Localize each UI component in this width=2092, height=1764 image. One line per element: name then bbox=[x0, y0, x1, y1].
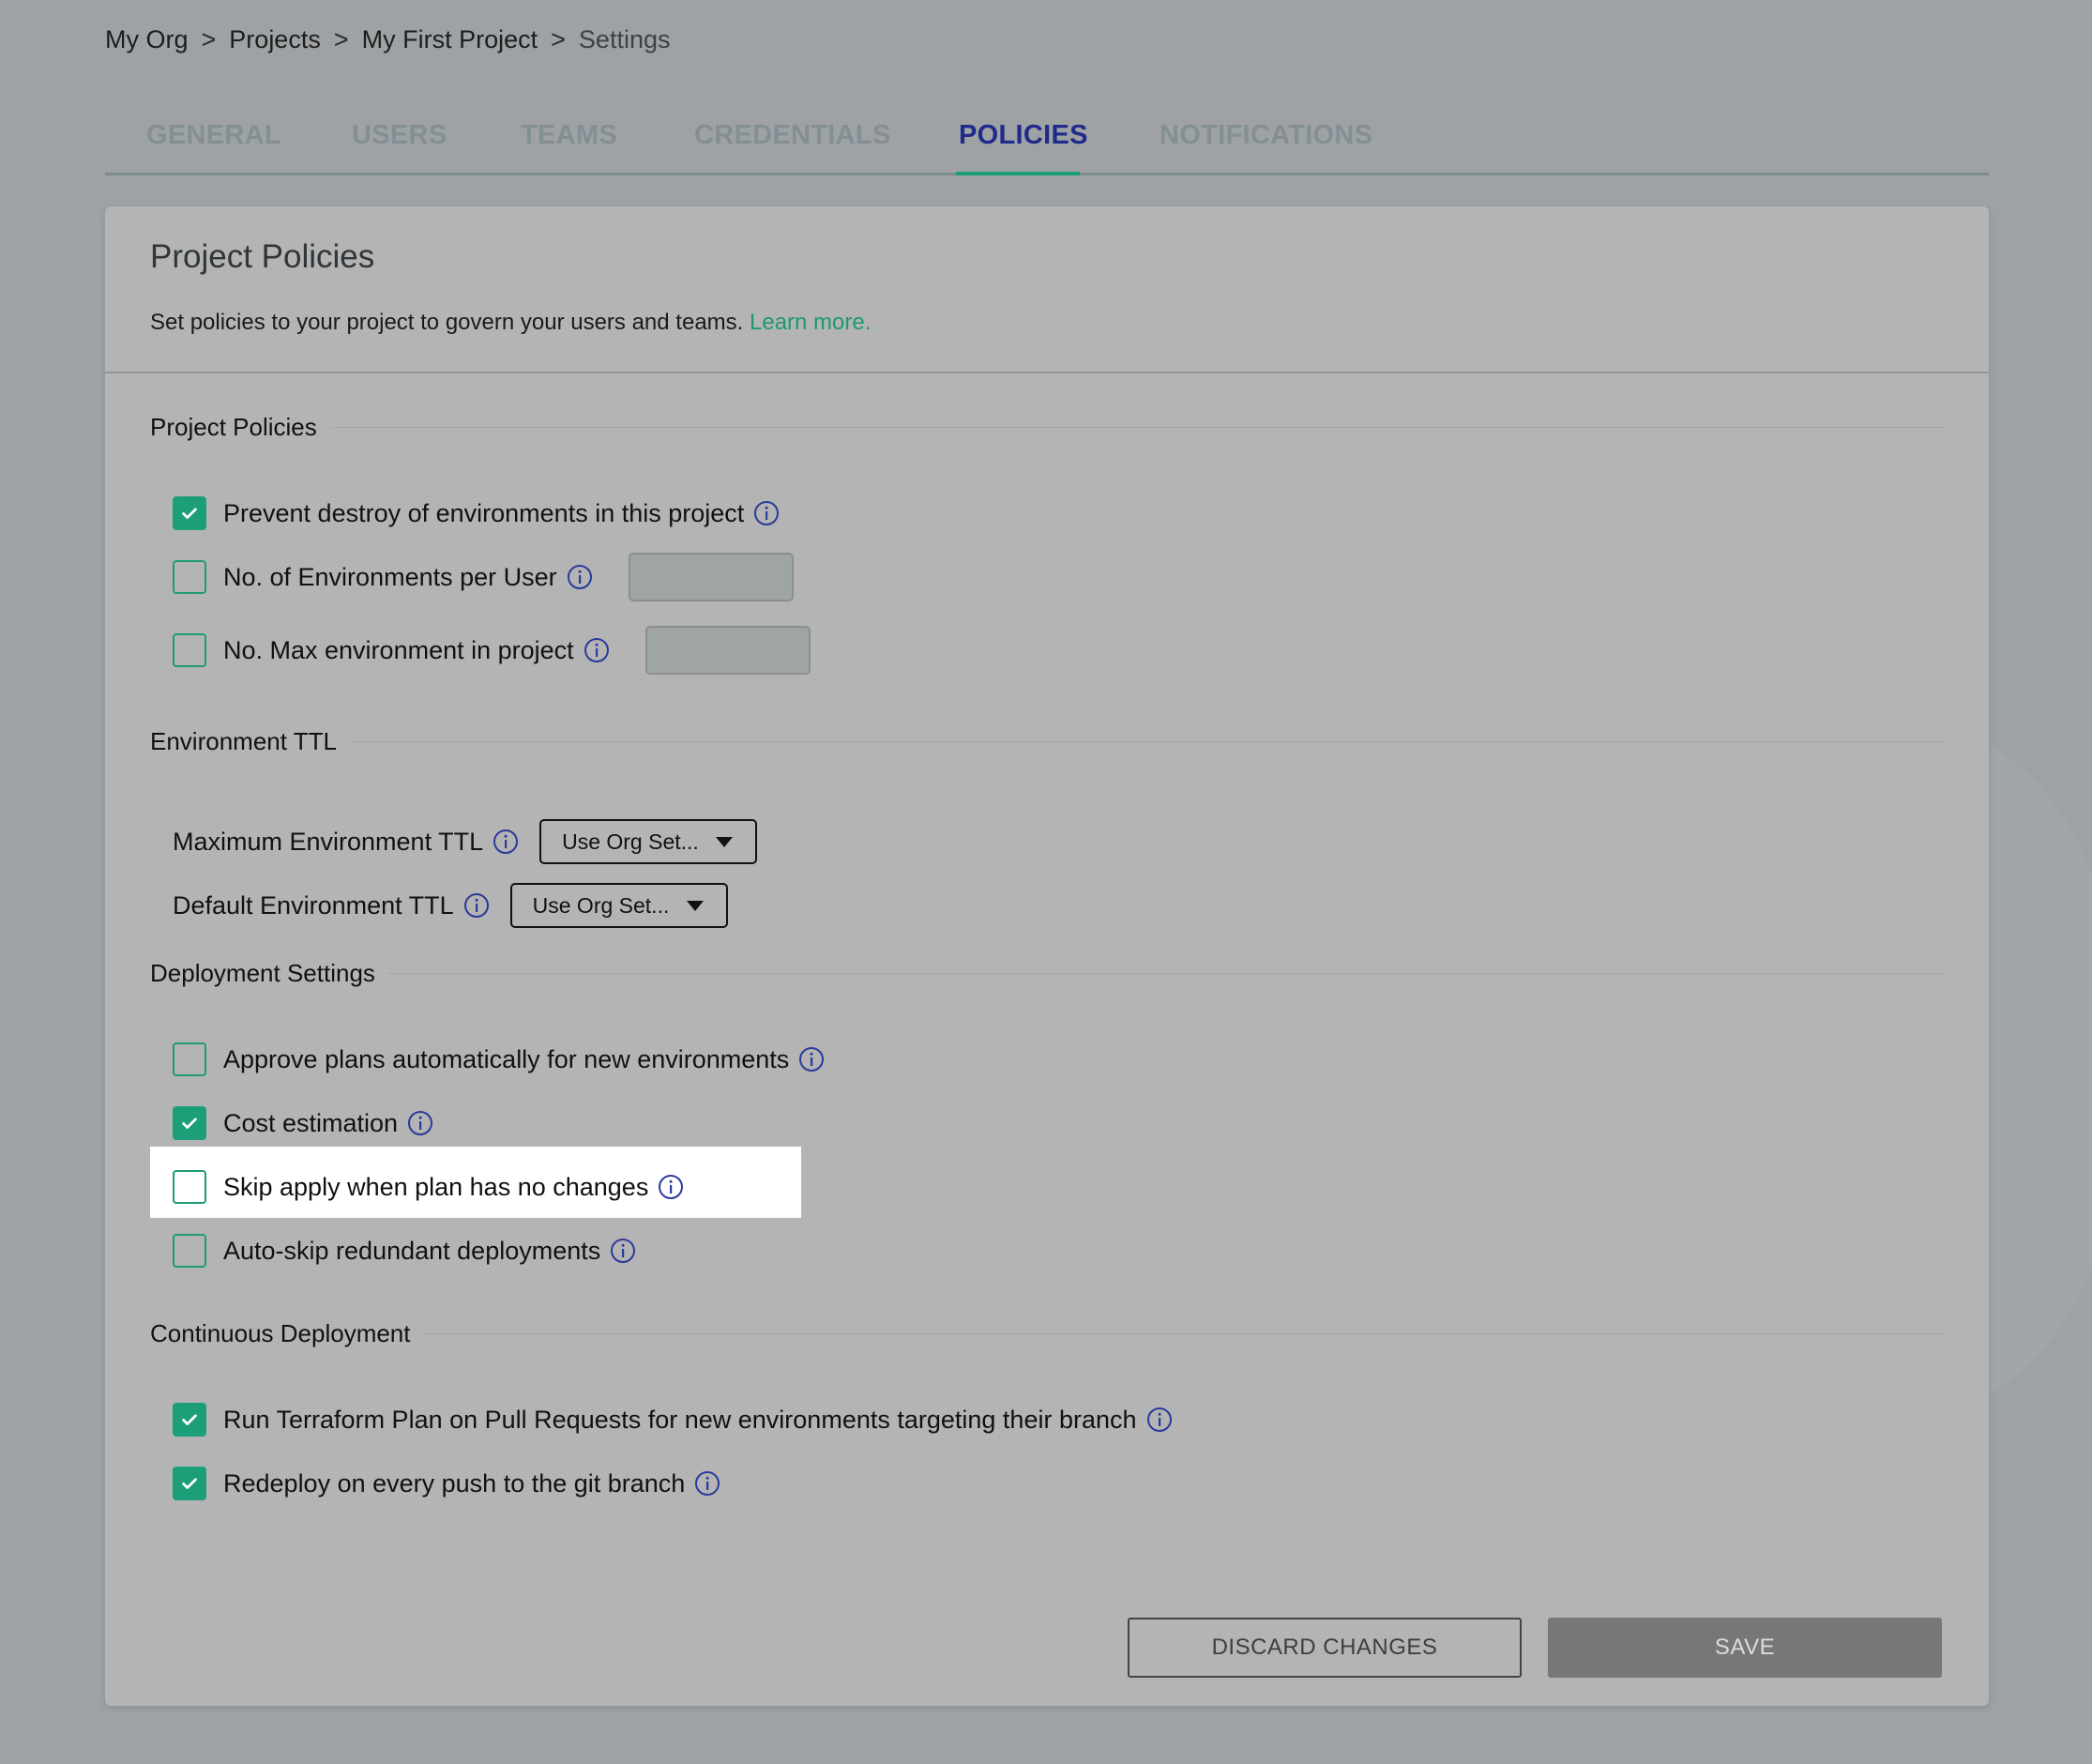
redeploy-push-label: Redeploy on every push to the git branch bbox=[223, 1468, 686, 1498]
info-icon[interactable] bbox=[407, 1110, 433, 1136]
section-title: Project Policies bbox=[150, 413, 317, 441]
auto-skip-checkbox[interactable] bbox=[173, 1234, 206, 1268]
skip-apply-checkbox[interactable] bbox=[173, 1170, 206, 1204]
info-icon[interactable] bbox=[694, 1470, 720, 1497]
checkmark-icon bbox=[182, 1118, 197, 1129]
run-plan-pr-label: Run Terraform Plan on Pull Requests for … bbox=[223, 1405, 1137, 1434]
ttl-maximum: Maximum Environment TTL Use Org Set... bbox=[173, 819, 758, 864]
deploy-cost-estimation: Cost estimation bbox=[173, 1104, 433, 1142]
policy-max-envs: No. Max environment in project bbox=[173, 626, 811, 675]
section-title: Continuous Deployment bbox=[150, 1319, 411, 1347]
skip-apply-label: Skip apply when plan has no changes bbox=[223, 1172, 649, 1201]
breadcrumb-separator: > bbox=[201, 24, 217, 53]
section-environment-ttl: Environment TTL bbox=[150, 727, 1944, 756]
deploy-skip-apply: Skip apply when plan has no changes bbox=[173, 1168, 684, 1206]
default-ttl-label: Default Environment TTL bbox=[173, 890, 454, 920]
breadcrumb-projects[interactable]: Projects bbox=[229, 25, 321, 54]
cost-estimation-checkbox[interactable] bbox=[173, 1106, 206, 1140]
section-divider bbox=[423, 1333, 1944, 1334]
info-icon[interactable] bbox=[610, 1238, 636, 1264]
card-description: Set policies to your project to govern y… bbox=[150, 310, 871, 336]
max-envs-input[interactable] bbox=[644, 626, 811, 675]
breadcrumb-current: Settings bbox=[578, 24, 671, 53]
envs-per-user-input[interactable] bbox=[628, 553, 794, 601]
breadcrumb-project[interactable]: My First Project bbox=[362, 25, 538, 54]
auto-approve-checkbox[interactable] bbox=[173, 1042, 206, 1076]
breadcrumb-org[interactable]: My Org bbox=[105, 25, 189, 54]
deploy-auto-skip: Auto-skip redundant deployments bbox=[173, 1232, 636, 1270]
learn-more-link[interactable]: Learn more. bbox=[750, 310, 871, 335]
info-icon[interactable] bbox=[493, 829, 519, 855]
project-policies-card: Project Policies Set policies to your pr… bbox=[105, 206, 1989, 1706]
cd-redeploy-push: Redeploy on every push to the git branch bbox=[173, 1465, 720, 1502]
info-icon[interactable] bbox=[567, 564, 593, 590]
envs-per-user-label: No. of Environments per User bbox=[223, 562, 557, 591]
info-icon[interactable] bbox=[1146, 1407, 1173, 1433]
ttl-default: Default Environment TTL Use Org Set... bbox=[173, 883, 728, 928]
run-plan-pr-checkbox[interactable] bbox=[173, 1403, 206, 1437]
card-divider bbox=[105, 372, 1989, 373]
caret-down-icon bbox=[716, 836, 734, 847]
select-value: Use Org Set... bbox=[562, 829, 699, 854]
tab-notifications[interactable]: NOTIFICATIONS bbox=[1160, 120, 1372, 151]
info-icon[interactable] bbox=[658, 1174, 684, 1200]
card-title: Project Policies bbox=[150, 238, 375, 275]
discard-changes-button[interactable]: DISCARD CHANGES bbox=[1128, 1618, 1522, 1678]
prevent-destroy-checkbox[interactable] bbox=[173, 496, 206, 530]
breadcrumb: My Org > Projects > My First Project > S… bbox=[105, 19, 670, 60]
auto-skip-label: Auto-skip redundant deployments bbox=[223, 1236, 601, 1265]
cd-run-plan-pr: Run Terraform Plan on Pull Requests for … bbox=[173, 1401, 1173, 1438]
default-ttl-select[interactable]: Use Org Set... bbox=[509, 883, 728, 928]
section-title: Environment TTL bbox=[150, 727, 337, 755]
section-divider bbox=[329, 427, 1944, 428]
info-icon[interactable] bbox=[798, 1046, 825, 1072]
info-icon[interactable] bbox=[753, 500, 780, 526]
max-ttl-label: Maximum Environment TTL bbox=[173, 827, 484, 856]
tab-policies[interactable]: POLICIES bbox=[959, 120, 1088, 151]
deploy-auto-approve: Approve plans automatically for new envi… bbox=[173, 1041, 825, 1078]
section-divider bbox=[349, 741, 1944, 742]
caret-down-icon bbox=[686, 900, 704, 911]
section-continuous-deployment: Continuous Deployment bbox=[150, 1319, 1944, 1348]
policy-envs-per-user: No. of Environments per User bbox=[173, 553, 794, 601]
section-title: Deployment Settings bbox=[150, 959, 375, 987]
redeploy-push-checkbox[interactable] bbox=[173, 1467, 206, 1500]
section-project-policies: Project Policies bbox=[150, 413, 1944, 442]
max-envs-checkbox[interactable] bbox=[173, 633, 206, 667]
auto-approve-label: Approve plans automatically for new envi… bbox=[223, 1044, 790, 1073]
breadcrumb-separator: > bbox=[551, 24, 566, 53]
active-tab-indicator bbox=[956, 172, 1080, 175]
info-icon[interactable] bbox=[584, 637, 610, 663]
section-deployment-settings: Deployment Settings bbox=[150, 959, 1944, 988]
envs-per-user-checkbox[interactable] bbox=[173, 560, 206, 594]
description-text: Set policies to your project to govern y… bbox=[150, 310, 744, 335]
tab-general[interactable]: GENERAL bbox=[146, 120, 281, 151]
prevent-destroy-label: Prevent destroy of environments in this … bbox=[223, 498, 745, 527]
tab-teams[interactable]: TEAMS bbox=[521, 120, 617, 151]
max-envs-label: No. Max environment in project bbox=[223, 635, 574, 664]
info-icon[interactable] bbox=[463, 892, 490, 919]
cost-estimation-label: Cost estimation bbox=[223, 1108, 399, 1137]
select-value: Use Org Set... bbox=[532, 892, 670, 918]
save-button[interactable]: SAVE bbox=[1548, 1618, 1942, 1678]
max-ttl-select[interactable]: Use Org Set... bbox=[539, 819, 758, 864]
section-divider bbox=[387, 973, 1944, 974]
tab-users[interactable]: USERS bbox=[352, 120, 447, 151]
settings-tabs: GENERAL USERS TEAMS CREDENTIALS POLICIES… bbox=[105, 111, 1989, 175]
breadcrumb-separator: > bbox=[333, 24, 349, 53]
policy-prevent-destroy: Prevent destroy of environments in this … bbox=[173, 494, 780, 532]
checkmark-icon bbox=[182, 508, 197, 519]
checkmark-icon bbox=[182, 1478, 197, 1489]
checkmark-icon bbox=[182, 1414, 197, 1425]
tab-credentials[interactable]: CREDENTIALS bbox=[694, 120, 891, 151]
